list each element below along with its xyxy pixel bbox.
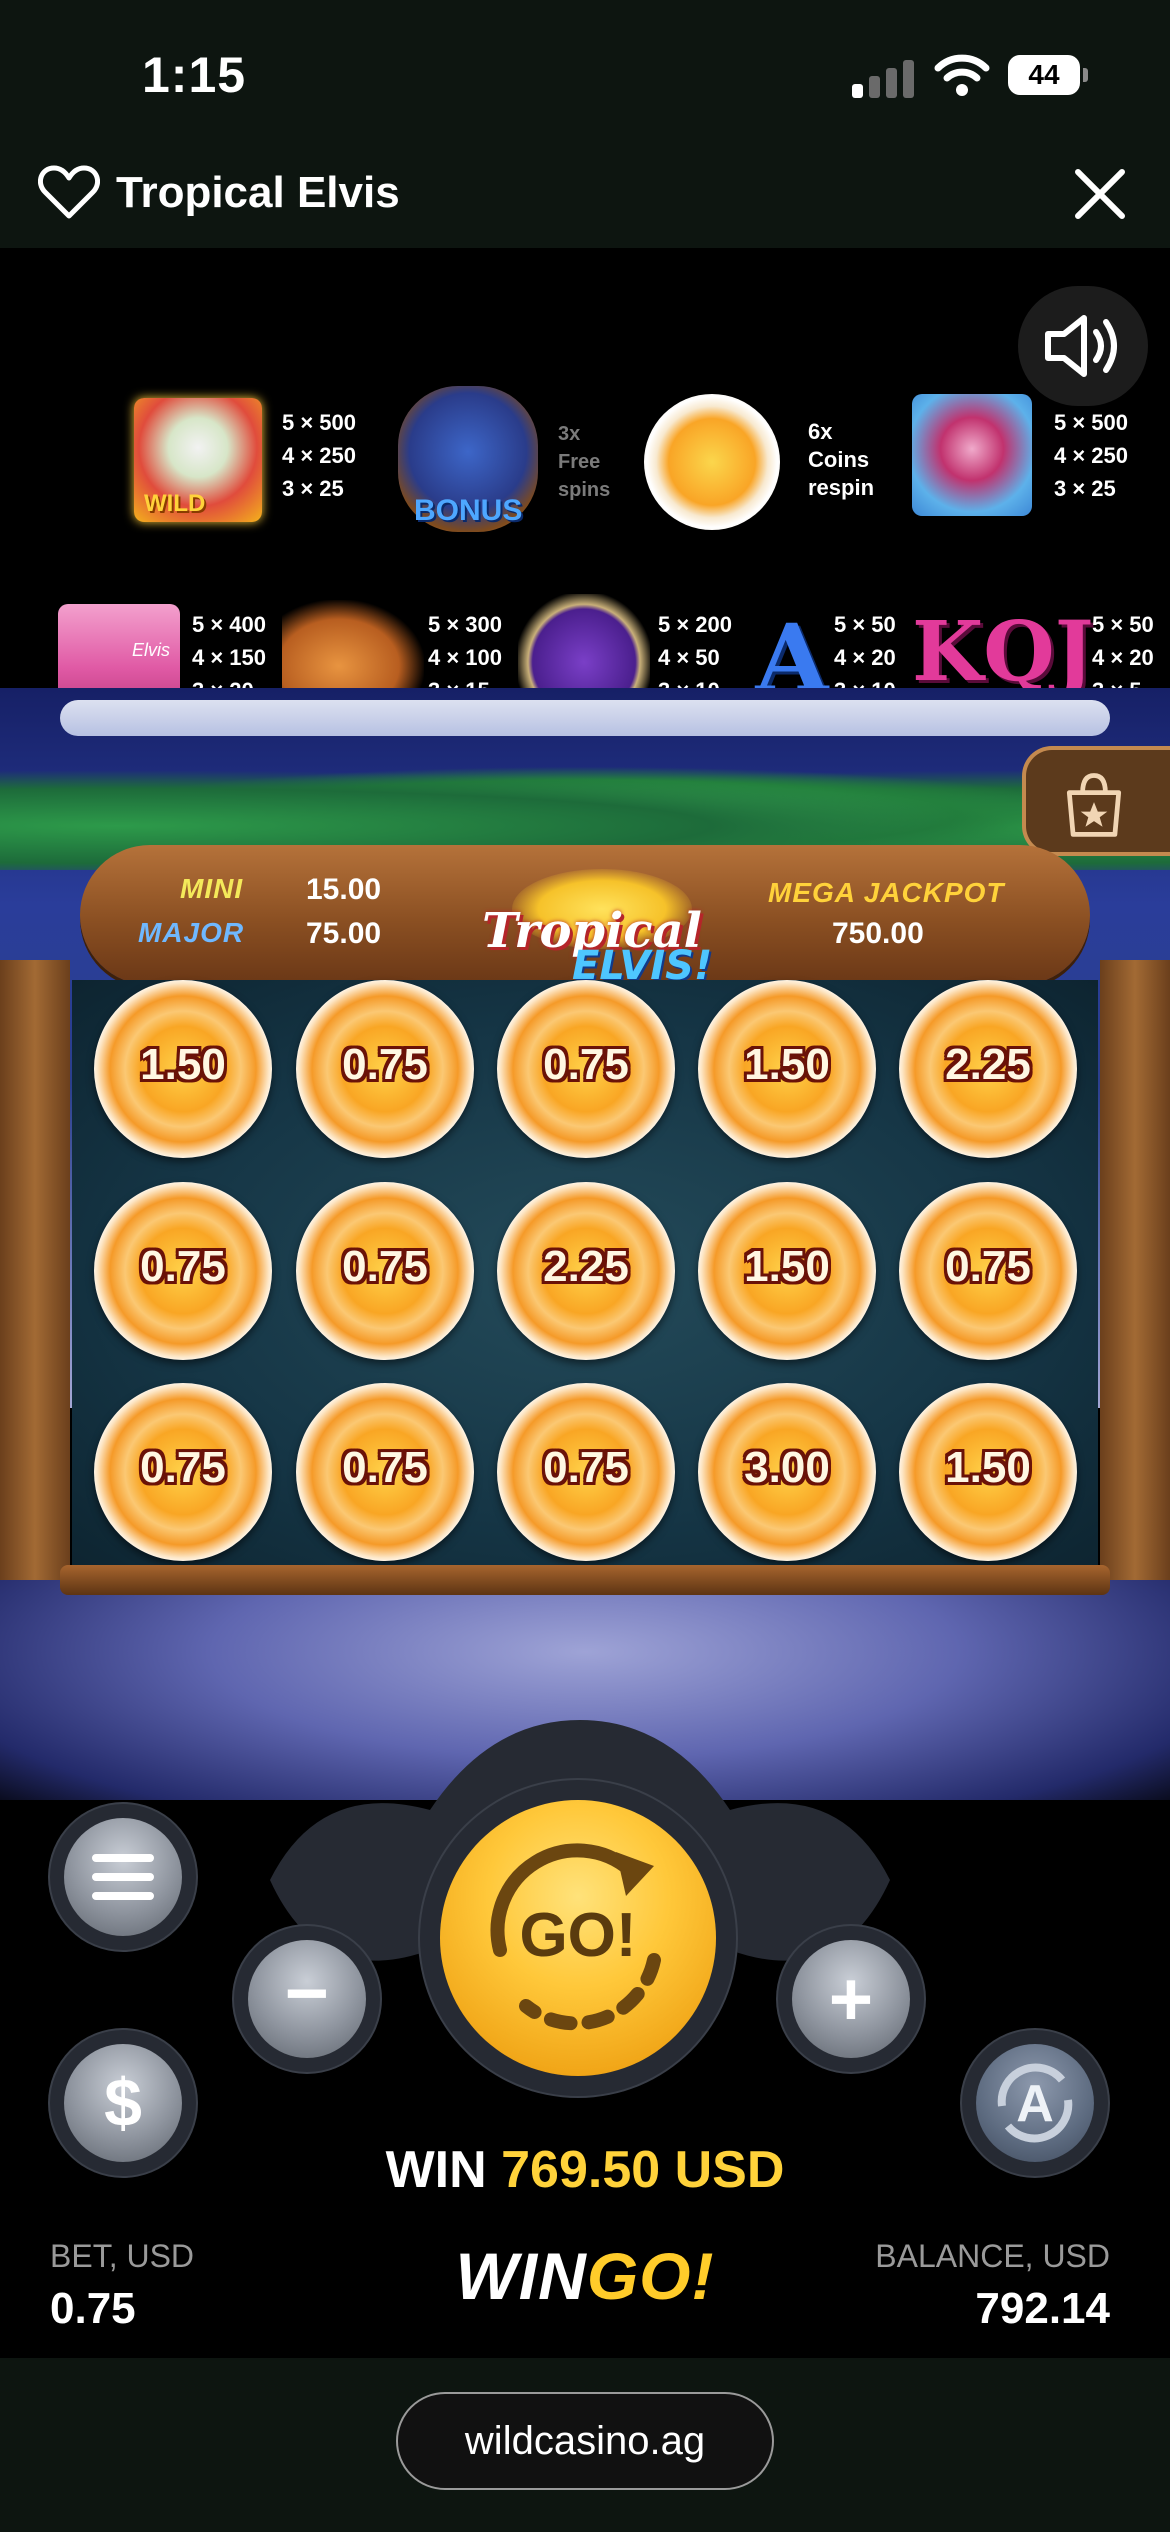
frog-singer-symbol bbox=[912, 394, 1032, 516]
coin-value: 0.75 bbox=[140, 1443, 226, 1492]
win-amount: 769.50 USD bbox=[501, 2141, 785, 2199]
heart-icon[interactable] bbox=[38, 164, 100, 220]
coin-cell: 2.25 bbox=[497, 1182, 675, 1360]
coin-cell: 0.75 bbox=[94, 1383, 272, 1561]
brand-go-text: GO! bbox=[586, 2239, 715, 2313]
paytable-wild-values: 5 × 500 4 × 250 3 × 25 bbox=[282, 410, 357, 501]
status-bar: 1:15 44 bbox=[0, 0, 1170, 160]
paytable-coin-text: 6x Coins respin bbox=[808, 419, 875, 500]
coin-cell: 0.75 bbox=[94, 1182, 272, 1360]
coin-cell: 3.00 bbox=[698, 1383, 876, 1561]
coin-value: 0.75 bbox=[342, 1040, 428, 1089]
coin-value: 0.75 bbox=[140, 1242, 226, 1291]
coin-value: 0.75 bbox=[543, 1040, 629, 1089]
coin-cell: 1.50 bbox=[698, 1182, 876, 1360]
wild-frog-symbol: WILD bbox=[134, 398, 262, 522]
paytable-frog-singer-values: 5 × 500 4 × 250 3 × 25 bbox=[1054, 410, 1129, 501]
coin-value: 3.00 bbox=[744, 1443, 830, 1492]
win-display: WIN 769.50 USD bbox=[0, 2140, 1170, 2200]
major-jackpot-value: 75.00 bbox=[306, 917, 382, 950]
coin-cell: 1.50 bbox=[899, 1383, 1077, 1561]
coin-cell: 2.25 bbox=[899, 980, 1077, 1158]
mini-jackpot-label: MINI bbox=[180, 873, 244, 904]
coin-value: 0.75 bbox=[945, 1242, 1031, 1291]
major-jackpot-label: MAJOR bbox=[138, 917, 245, 948]
autoplay-label: A bbox=[1016, 2075, 1054, 2133]
right-wooden-post bbox=[1100, 960, 1170, 1620]
bonus-label: BONUS bbox=[414, 494, 523, 527]
coin-value: 1.50 bbox=[744, 1242, 830, 1291]
hamburger-menu-icon bbox=[92, 1854, 154, 1900]
close-icon[interactable] bbox=[1070, 168, 1130, 222]
plus-icon: + bbox=[828, 1957, 874, 2042]
jackpot-board: MINI 15.00 MAJOR 75.00 Tropical ELVIS! M… bbox=[80, 845, 1090, 989]
coin-cell: 1.50 bbox=[698, 980, 876, 1158]
bonus-penguin-symbol: BONUS bbox=[398, 386, 538, 532]
mega-jackpot-label: MEGA JACKPOT bbox=[768, 877, 1005, 908]
coin-cell: 0.75 bbox=[296, 980, 474, 1158]
van-label: Elvis bbox=[132, 640, 171, 660]
coin-cell: 0.75 bbox=[296, 1182, 474, 1360]
coin-value: 0.75 bbox=[342, 1443, 428, 1492]
mini-jackpot-value: 15.00 bbox=[306, 873, 382, 906]
game-title: Tropical Elvis bbox=[116, 168, 400, 217]
coin-cell: 0.75 bbox=[296, 1383, 474, 1561]
bet-minus-button[interactable]: − bbox=[248, 1940, 366, 2058]
status-time: 1:15 bbox=[142, 47, 247, 103]
coin-cell: 0.75 bbox=[497, 980, 675, 1158]
balance-label: BALANCE, USD bbox=[875, 2238, 1110, 2274]
browser-bottom-bar: wildcasino.ag bbox=[0, 2358, 1170, 2532]
game-logo: Tropical ELVIS! bbox=[452, 863, 752, 989]
coin-cell: 0.75 bbox=[899, 1182, 1077, 1360]
coin-cell: 1.50 bbox=[94, 980, 272, 1158]
sound-button[interactable] bbox=[1018, 286, 1148, 406]
win-label: WIN bbox=[385, 2141, 487, 2199]
url-field[interactable]: wildcasino.ag bbox=[396, 2392, 774, 2490]
reel-frame-bottom bbox=[60, 1565, 1110, 1595]
brand-win-text: WIN bbox=[455, 2239, 587, 2313]
coin-cell: 0.75 bbox=[497, 1383, 675, 1561]
cellular-signal-icon bbox=[852, 60, 914, 98]
menu-button[interactable] bbox=[64, 1818, 182, 1936]
shop-button[interactable] bbox=[1022, 746, 1170, 856]
paytable-bonus-text: 3x Free spins bbox=[558, 423, 611, 501]
left-wooden-post bbox=[0, 960, 70, 1620]
coin-value: 1.50 bbox=[744, 1040, 830, 1089]
go-spin-button[interactable]: GO! bbox=[440, 1800, 716, 2076]
balance-value: 792.14 bbox=[975, 2284, 1110, 2333]
mega-jackpot-value: 750.00 bbox=[832, 917, 924, 950]
coin-value: 0.75 bbox=[342, 1242, 428, 1291]
go-label: GO! bbox=[519, 1901, 637, 1970]
coin-value: 2.25 bbox=[543, 1242, 629, 1291]
wifi-icon bbox=[934, 54, 990, 96]
dollar-icon: $ bbox=[104, 2065, 142, 2141]
coin-value: 2.25 bbox=[945, 1040, 1031, 1089]
coin-value: 0.75 bbox=[543, 1443, 629, 1492]
coin-value: 1.50 bbox=[945, 1443, 1031, 1492]
battery-level: 44 bbox=[1008, 55, 1080, 95]
coin-value: 1.50 bbox=[140, 1040, 226, 1089]
shopping-bag-icon bbox=[1066, 773, 1122, 837]
speaker-icon bbox=[1045, 315, 1117, 377]
snow-roof bbox=[60, 700, 1110, 736]
coin-symbol bbox=[644, 394, 780, 530]
bet-plus-button[interactable]: + bbox=[792, 1940, 910, 2058]
wild-label: WILD bbox=[144, 490, 206, 517]
minus-icon: − bbox=[284, 1951, 330, 2036]
battery-icon: 44 bbox=[1008, 55, 1088, 95]
